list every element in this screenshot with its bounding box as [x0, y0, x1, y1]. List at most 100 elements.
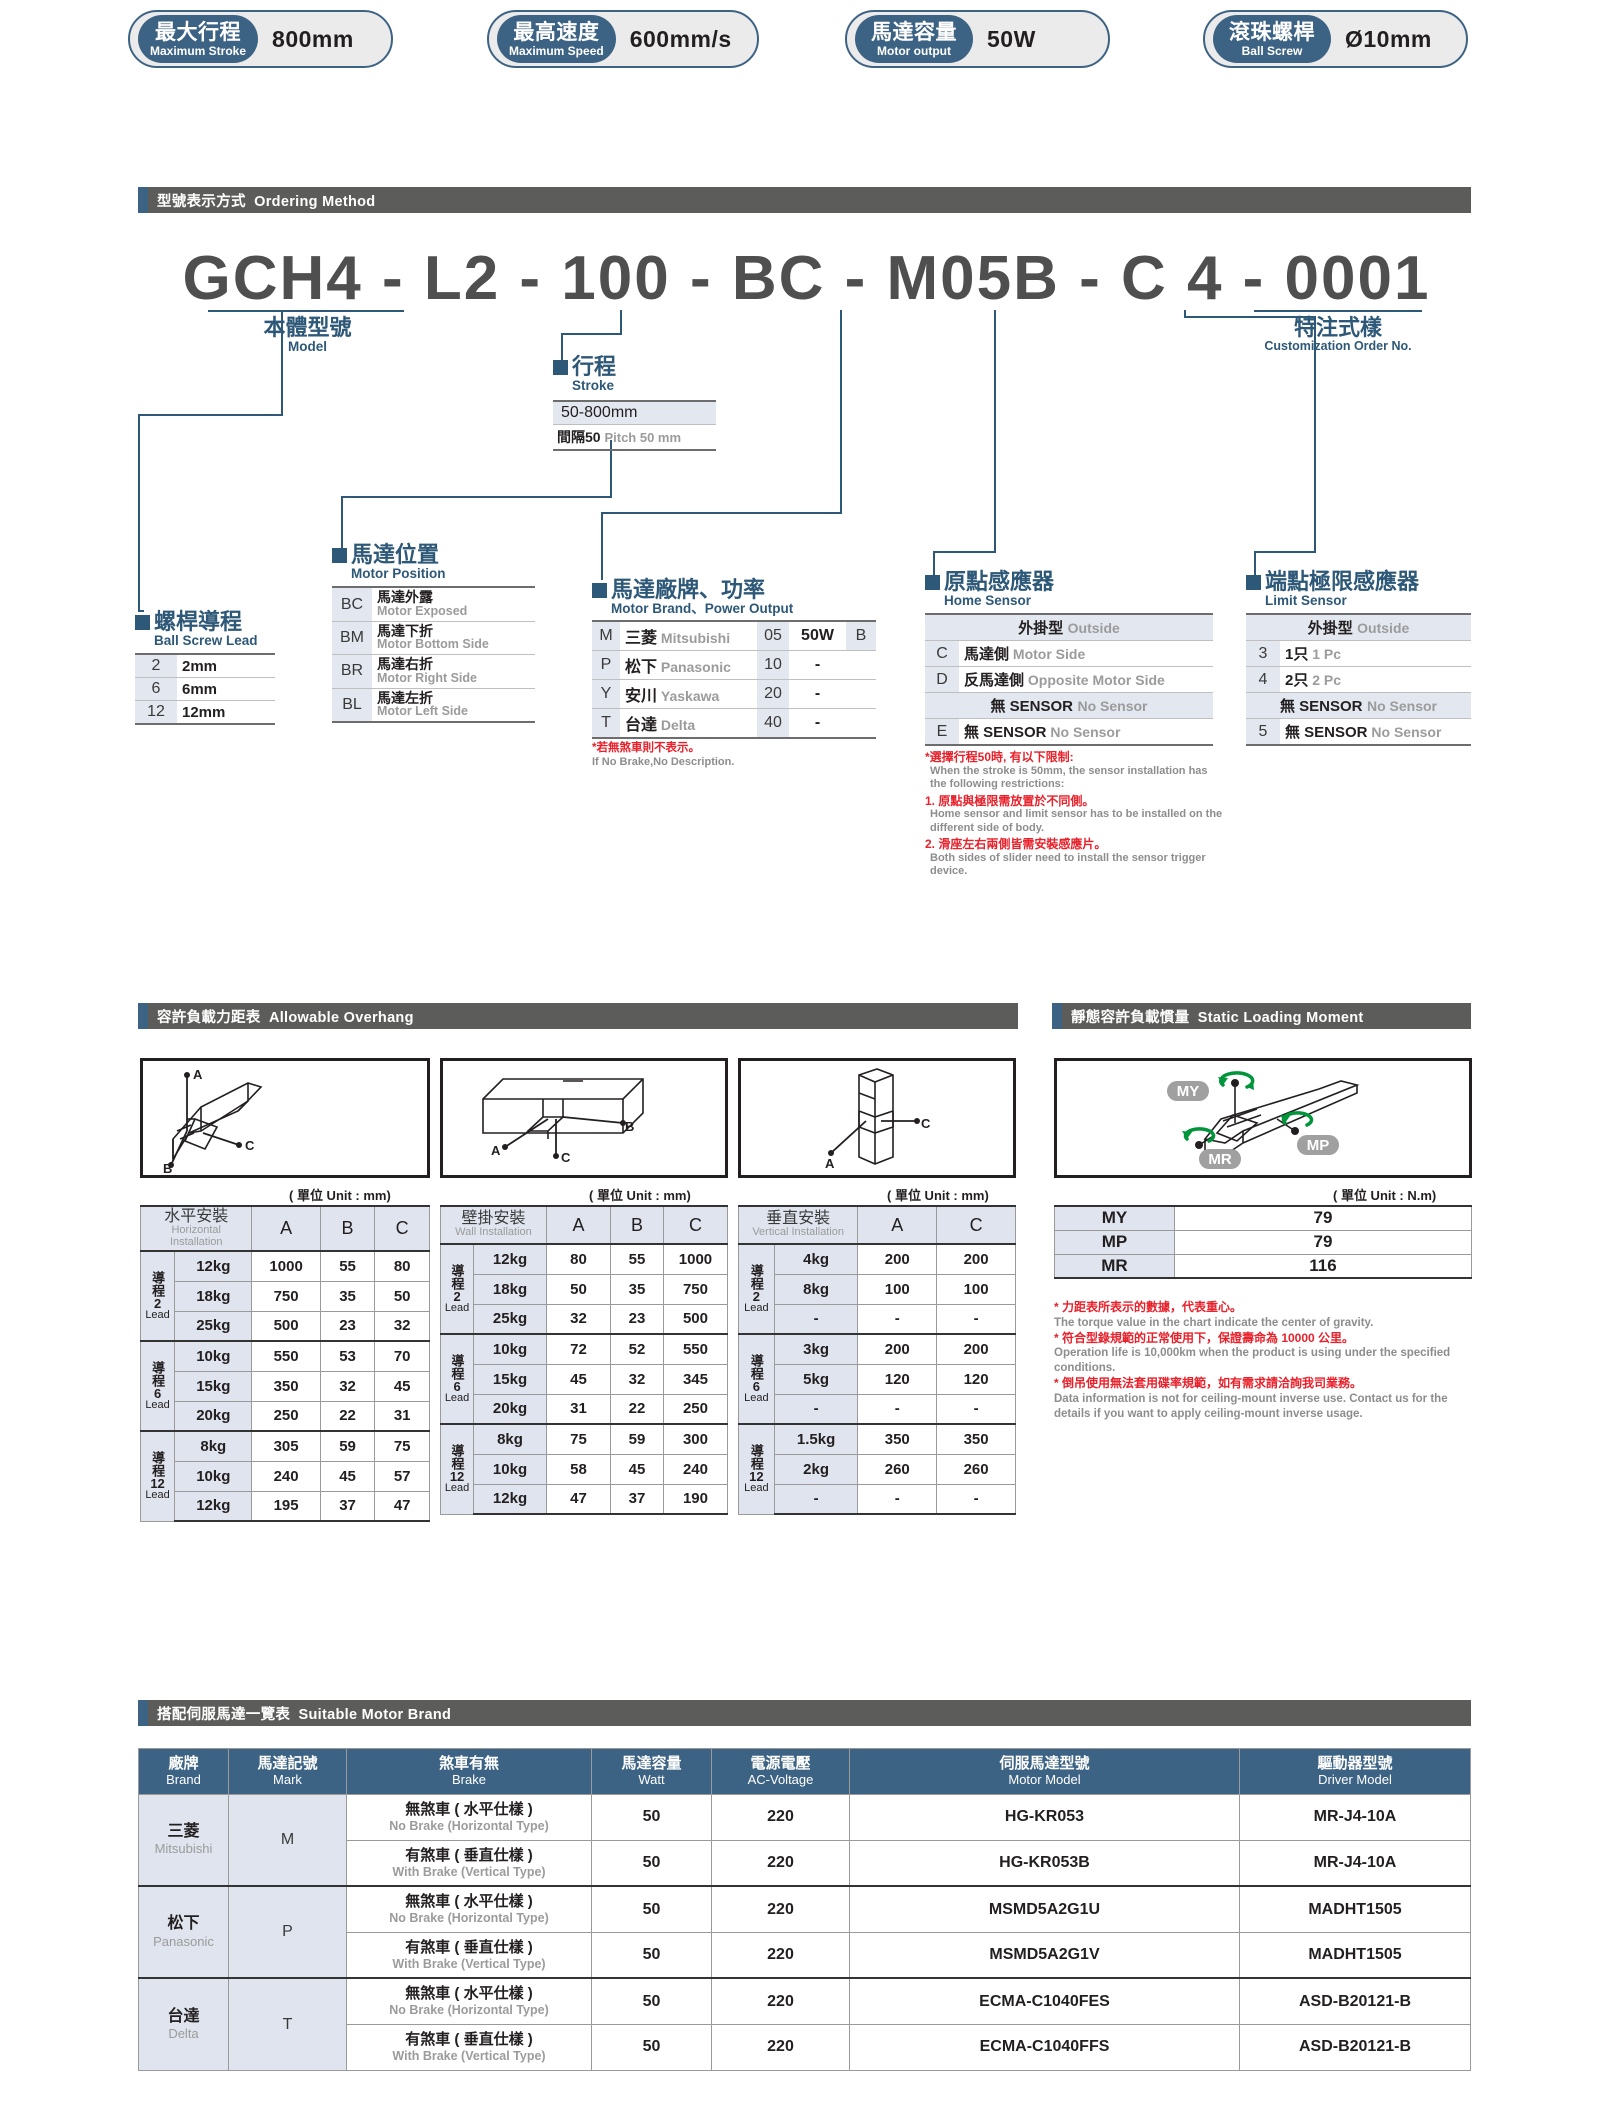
- pitch-en: Pitch 50 mm: [604, 430, 682, 446]
- value-a: 195: [251, 1490, 321, 1523]
- value-a: 32: [545, 1303, 611, 1335]
- load-kg: 4kg: [773, 1243, 859, 1275]
- section-title: 容許負載力距表 Allowable Overhang: [148, 1006, 414, 1027]
- install-type-header: 水平安裝 Horizontal Installation: [139, 1204, 253, 1252]
- brake-cn: 無煞車 ( 水平仕樣 ): [405, 1893, 533, 1911]
- motor-model: ECMA-C1040FES: [849, 1977, 1240, 2025]
- section-title-en: Static Loading Moment: [1197, 1009, 1364, 1026]
- value-c: 80: [374, 1250, 430, 1282]
- desc-cn: 2只: [1285, 672, 1309, 690]
- callout-heading: 端點極限感應器 Limit Sensor: [1246, 570, 1471, 609]
- load-kg: 8kg: [473, 1423, 547, 1455]
- svg-text:MY: MY: [1177, 1083, 1200, 1100]
- value-a: 550: [251, 1340, 321, 1372]
- load-kg: -: [773, 1483, 859, 1515]
- badge-label-cn: 最大行程: [155, 20, 242, 44]
- connector-line: [341, 496, 611, 498]
- load-kg: -: [773, 1303, 859, 1335]
- header-en: Vertical Installation: [752, 1226, 845, 1239]
- callout-heading: 馬達位置 Motor Position: [332, 543, 535, 582]
- table-row: 12 12mm: [135, 700, 275, 726]
- driver-model: MADHT1505: [1239, 1885, 1471, 1933]
- power-watt: -: [789, 679, 846, 710]
- lead-en: Lead: [744, 1302, 769, 1314]
- value-b: 37: [609, 1483, 664, 1515]
- header-en: Watt: [638, 1772, 665, 1788]
- brake-en: No Brake (Horizontal Type): [389, 1911, 549, 1926]
- value-a: 80: [545, 1243, 611, 1275]
- svg-text:B: B: [625, 1119, 634, 1134]
- desc-cn: 無 SENSOR: [964, 724, 1047, 742]
- lead-code: 2: [135, 653, 177, 679]
- load-kg: 5kg: [773, 1363, 859, 1395]
- table-row: MR 116: [1054, 1253, 1472, 1279]
- note-cn: * 倒吊使用無法套用碟率規範，如有需求請洽詢我司業務。: [1054, 1376, 1363, 1390]
- brake-cn: 無煞車 ( 水平仕樣 ): [405, 1800, 533, 1818]
- driver-model: MR-J4-10A: [1239, 1793, 1471, 1841]
- callout-heading: 螺桿導程 Ball Screw Lead: [135, 610, 275, 649]
- value-c: 50: [374, 1280, 430, 1312]
- section-header-suitable-motor-brand: 搭配伺服馬達一覽表 Suitable Motor Brand: [138, 1700, 1471, 1726]
- brand-panasonic: 松下 Panasonic: [138, 1885, 229, 1979]
- badge-label-cn: 最高速度: [513, 20, 600, 44]
- section-title-en: Allowable Overhang: [268, 1009, 414, 1026]
- value-b: 45: [319, 1460, 376, 1492]
- unit-label-mm: ( 單位 Unit : mm): [887, 1188, 989, 1203]
- header-cn: 馬達容量: [621, 1755, 682, 1772]
- callout-motor-position: 馬達位置 Motor Position BC 馬達外露 Motor Expose…: [332, 543, 535, 724]
- brand-cn: 安川: [625, 688, 658, 706]
- header-en: Wall Installation: [455, 1226, 532, 1239]
- value-a: 58: [545, 1453, 611, 1485]
- group-en: No Sensor: [1077, 698, 1148, 715]
- diagram-vertical-installation: A C: [738, 1058, 1016, 1178]
- note-en: Both sides of slider need to install the…: [930, 851, 1206, 878]
- value-c: 190: [662, 1483, 729, 1515]
- section-header-static-loading-moment: 靜態容許負載慣量 Static Loading Moment: [1052, 1003, 1471, 1029]
- bullet-square-icon: [332, 548, 347, 563]
- table-row: 三菱 Mitsubishi M 無煞車 ( 水平仕樣 ) No Brake (H…: [138, 1793, 1471, 1887]
- brake-cn: 無煞車 ( 水平仕樣 ): [405, 1985, 533, 2003]
- table-row: 15kg 45 32 345: [441, 1363, 729, 1395]
- value-b: 45: [609, 1453, 664, 1485]
- connector-line: [208, 310, 404, 312]
- table-row: MY 79: [1054, 1205, 1472, 1231]
- power-watt: -: [789, 650, 846, 681]
- lead-en: Lead: [145, 1309, 170, 1322]
- watt-value: 50: [591, 1839, 712, 1887]
- value-a: 500: [251, 1310, 321, 1342]
- brake-code: [846, 650, 876, 681]
- callout-title-en: Model: [288, 339, 327, 355]
- sensor-code: D: [925, 666, 959, 694]
- brand-mitsubishi: 三菱 Mitsubishi: [138, 1793, 229, 1887]
- svg-text:C: C: [921, 1116, 931, 1131]
- desc-cn: 無 SENSOR: [1285, 724, 1368, 742]
- section-title: 型號表示方式 Ordering Method: [148, 190, 375, 211]
- value-a: 750: [251, 1280, 321, 1312]
- svg-text:MR: MR: [1208, 1151, 1231, 1168]
- axis-diagram-horizontal-icon: A B C: [163, 1067, 263, 1175]
- value-c: 260: [936, 1453, 1016, 1485]
- axis-diagram-wall-icon: A C B: [482, 1078, 644, 1165]
- motor-position-desc: 馬達外露 Motor Exposed: [372, 586, 535, 622]
- home-sensor-table: 外掛型 Outside C 馬達側 Motor Side D 反馬達側 Oppo…: [925, 613, 1213, 747]
- badge-motor-output: 馬達容量 Motor output 50W: [845, 10, 1110, 68]
- section-title: 搭配伺服馬達一覽表 Suitable Motor Brand: [148, 1703, 451, 1724]
- value-c: 120: [936, 1363, 1016, 1395]
- motor-position-code: BL: [332, 688, 372, 724]
- moment-notes: * 力距表所表示的數據，代表重心。 The torque value in th…: [1054, 1300, 1454, 1421]
- watt-value: 50: [591, 1885, 712, 1933]
- table-row: 導程 12 Lead 1.5kg 350 350: [738, 1423, 1016, 1515]
- desc-en: 1 Pc: [1312, 646, 1342, 663]
- value-c: 250: [662, 1393, 729, 1425]
- brake-type: 無煞車 ( 水平仕樣 ) No Brake (Horizontal Type): [346, 1977, 592, 2025]
- voltage-value: 220: [711, 1793, 850, 1841]
- table-row-group-header: 外掛型 Outside: [1246, 613, 1471, 642]
- lead-group-6: 導程 6 Lead: [139, 1340, 176, 1432]
- lead-value: 6mm: [177, 677, 275, 702]
- header-cn: 伺服馬達型號: [999, 1755, 1090, 1772]
- value-c: 75: [374, 1430, 430, 1462]
- value-c: 200: [936, 1333, 1016, 1365]
- brand-mark: Y: [592, 679, 620, 710]
- brand-mark: P: [592, 650, 620, 681]
- diagram-static-loading-moment: MY MP MR: [1054, 1058, 1472, 1178]
